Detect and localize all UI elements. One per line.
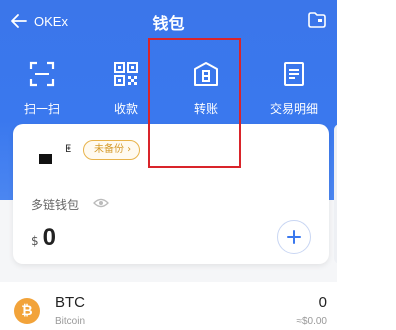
receive-button[interactable]: 收款 — [84, 56, 168, 120]
transfer-button[interactable]: 转账 — [164, 56, 248, 120]
scan-icon — [29, 61, 55, 87]
currency-symbol: $ — [31, 234, 39, 248]
page-title: 钱包 — [152, 14, 185, 33]
qr-code-icon — [114, 62, 138, 86]
asset-name: Bitcoin — [55, 316, 86, 327]
transfer-label: 转账 — [193, 102, 218, 116]
top-bar: OKEx 钱包 — [0, 0, 337, 44]
eye-icon[interactable] — [93, 197, 109, 209]
wallet-balance: $ 0 — [31, 224, 56, 252]
transactions-button[interactable]: 交易明细 — [252, 56, 336, 120]
backup-badge[interactable]: 未备份 › — [83, 140, 141, 160]
asset-symbol: BTC — [55, 294, 85, 311]
wallet-screen: OKEx 钱包 扫一扫 收款 转账 交易明细 ⵟ 未备份 › 多链钱包 $ 0 … — [0, 0, 337, 330]
wallet-name: 多链钱包 — [31, 198, 80, 212]
bitcoin-icon: ₿ — [14, 298, 40, 324]
asset-row-btc[interactable]: ₿ BTC Bitcoin 0 ≈$0.00 — [0, 282, 337, 330]
asset-amount: 0 — [318, 294, 327, 311]
next-card-peek — [334, 124, 337, 264]
scan-label: 扫一扫 — [23, 102, 60, 116]
quick-actions: 扫一扫 收款 转账 交易明细 — [0, 56, 337, 120]
folder-icon[interactable] — [307, 10, 327, 34]
balance-amount: 0 — [42, 224, 56, 251]
asset-fiat-value: ≈$0.00 — [296, 316, 327, 327]
transfer-icon — [194, 62, 218, 86]
bug-icon: ⵟ — [65, 144, 72, 155]
receive-label: 收款 — [113, 102, 138, 116]
wallet-card[interactable]: ⵟ 未备份 › 多链钱包 $ 0 — [13, 124, 329, 264]
scan-button[interactable]: 扫一扫 — [0, 56, 84, 120]
add-asset-button[interactable] — [277, 220, 311, 254]
transactions-label: 交易明细 — [269, 102, 318, 116]
document-icon — [284, 62, 304, 86]
wallet-avatar — [39, 154, 52, 164]
